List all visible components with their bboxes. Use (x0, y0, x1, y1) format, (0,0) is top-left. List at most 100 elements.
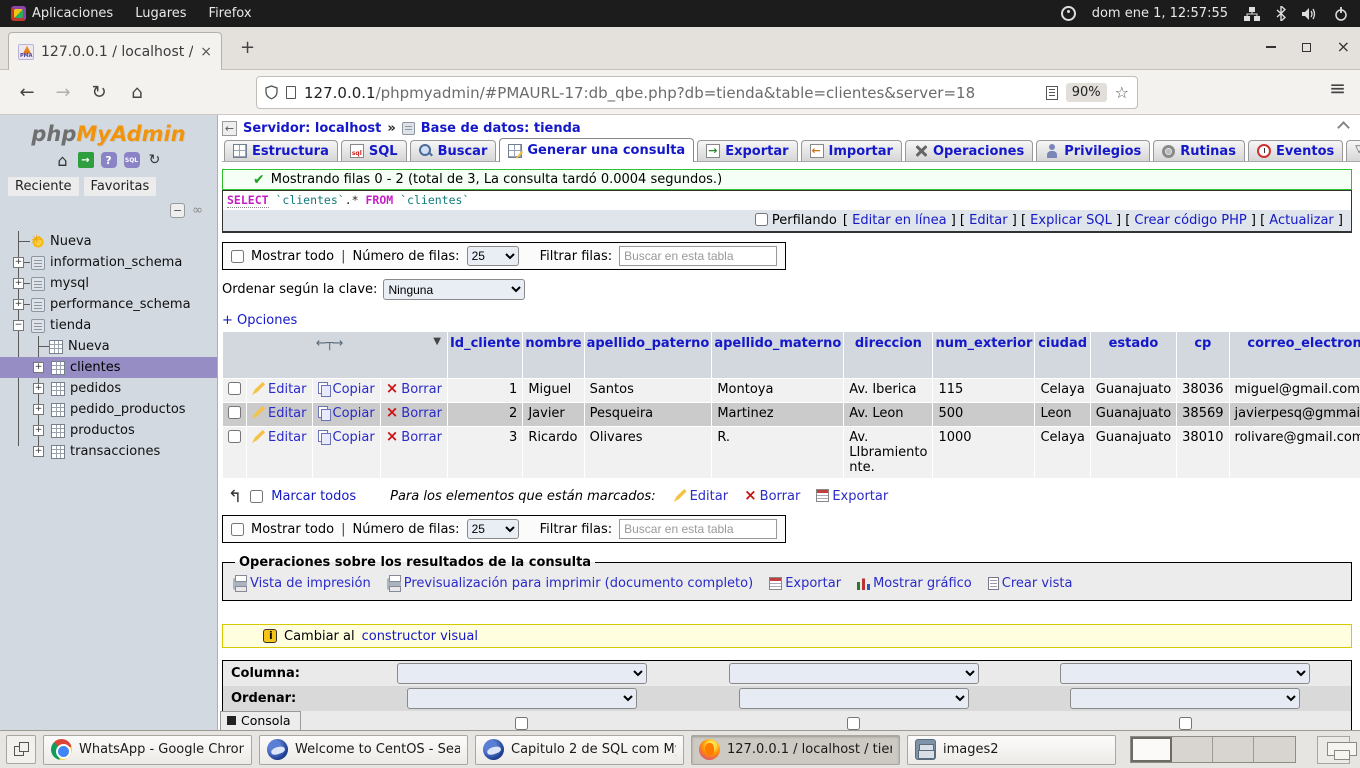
tree-item-new-database[interactable]: Nueva (0, 231, 217, 252)
tab-generar-consulta[interactable]: Generar una consulta (499, 138, 694, 162)
workspace-1[interactable] (1131, 737, 1172, 762)
expand-icon[interactable] (33, 446, 44, 457)
column-header-nombre[interactable]: nombre (523, 332, 584, 379)
tree-item-mysql[interactable]: mysql (0, 273, 217, 294)
row-checkbox[interactable] (228, 382, 241, 395)
check-all-link[interactable]: Marcar todos (271, 489, 356, 504)
qbe-show-checkbox-3[interactable] (1179, 717, 1192, 730)
bluetooth-icon[interactable] (1276, 6, 1286, 21)
reader-view-icon[interactable] (1046, 86, 1058, 100)
column-header-correo[interactable]: correo_electronico (1229, 332, 1360, 379)
edit-link[interactable]: Editar (969, 213, 1008, 228)
places-menu[interactable]: Lugares (124, 0, 197, 27)
breadcrumb-server-link[interactable]: Servidor: localhost (243, 121, 381, 136)
row-delete-link[interactable]: ×Borrar (386, 382, 442, 397)
qbe-sort-select-2[interactable] (739, 688, 969, 709)
filter-rows-input[interactable] (619, 246, 777, 266)
row-copy-link[interactable]: Copiar (318, 430, 375, 445)
new-tab-button[interactable]: + (240, 41, 255, 55)
help-icon[interactable]: ? (101, 152, 117, 168)
network-icon[interactable] (1244, 7, 1260, 21)
qbe-show-checkbox-2[interactable] (847, 717, 860, 730)
tree-item-new-table[interactable]: Nueva (0, 336, 217, 357)
export-results-link[interactable]: Exportar (769, 576, 841, 591)
show-desktop-button[interactable] (1317, 736, 1350, 764)
selected-edit-link[interactable]: Editar (674, 489, 729, 504)
back-button[interactable]: ← (12, 78, 42, 106)
refresh-link[interactable]: Actualizar (1269, 213, 1333, 228)
row-checkbox[interactable] (228, 406, 241, 419)
show-all-checkbox[interactable] (231, 523, 244, 536)
forward-button[interactable]: → (48, 78, 78, 106)
expand-icon[interactable] (13, 299, 24, 310)
collapse-icon[interactable] (13, 320, 24, 331)
taskbar-window-firefox[interactable]: 127.0.0.1 / localhost / tien... (691, 735, 900, 765)
visual-builder-link[interactable]: constructor visual (362, 629, 478, 644)
url-bar[interactable]: 127.0.0.1/phpmyadmin/#PMAURL-17:db_qbe.p… (256, 76, 1138, 109)
column-header-cp[interactable]: cp (1177, 332, 1229, 379)
window-close-button[interactable]: × (1337, 42, 1350, 52)
power-icon[interactable] (1334, 7, 1348, 21)
tree-item-pedidos[interactable]: pedidos (0, 378, 217, 399)
firefox-menu[interactable]: Firefox (198, 0, 263, 27)
explain-sql-link[interactable]: Explicar SQL (1030, 213, 1112, 228)
expand-icon[interactable] (33, 362, 44, 373)
taskbar-window-seamonkey-1[interactable]: Welcome to CentOS - Sea... (259, 735, 468, 765)
logout-icon[interactable]: → (78, 152, 94, 168)
rows-count-select[interactable]: 25 (467, 246, 519, 266)
browser-tab[interactable]: 127.0.0.1 / localhost / × (8, 32, 222, 70)
options-toggle-link[interactable]: + Opciones (222, 313, 1360, 328)
column-header-ciudad[interactable]: ciudad (1035, 332, 1090, 379)
qbe-sort-select-1[interactable] (407, 688, 637, 709)
selected-export-link[interactable]: Exportar (816, 489, 888, 504)
show-all-checkbox[interactable] (231, 250, 244, 263)
collapse-all-icon[interactable]: − (170, 203, 185, 218)
column-header-id-cliente[interactable]: Id_cliente (447, 332, 522, 379)
home-button[interactable]: ⌂ (122, 78, 152, 106)
workspace-2[interactable] (1172, 737, 1213, 762)
tab-mas[interactable]: ▽Más (1346, 140, 1360, 161)
expand-icon[interactable] (33, 425, 44, 436)
refresh-icon[interactable]: ↻ (147, 152, 163, 168)
row-edit-link[interactable]: Editar (252, 382, 307, 397)
profiling-checkbox[interactable] (755, 213, 768, 226)
window-minimize-button[interactable] (1266, 46, 1276, 48)
tree-item-transacciones[interactable]: transacciones (0, 441, 217, 462)
row-checkbox[interactable] (228, 430, 241, 443)
reload-button[interactable]: ↻ (84, 78, 114, 106)
tree-item-clientes[interactable]: clientes (0, 357, 217, 378)
expand-icon[interactable] (33, 383, 44, 394)
qbe-column-select-3[interactable] (1060, 663, 1310, 684)
tab-estructura[interactable]: Estructura (224, 140, 338, 161)
create-php-code-link[interactable]: Crear código PHP (1134, 213, 1246, 228)
selected-delete-link[interactable]: ×Borrar (744, 489, 800, 504)
column-header-estado[interactable]: estado (1090, 332, 1176, 379)
row-edit-link[interactable]: Editar (252, 406, 307, 421)
row-copy-link[interactable]: Copiar (318, 382, 375, 397)
expand-icon[interactable] (13, 257, 24, 268)
expand-icon[interactable] (13, 278, 24, 289)
expand-icon[interactable] (33, 404, 44, 415)
options-caret-icon[interactable]: ▼ (433, 336, 441, 347)
tab-privilegios[interactable]: Privilegios (1036, 140, 1150, 161)
window-list-button[interactable] (6, 735, 36, 764)
qbe-show-checkbox-1[interactable] (515, 717, 528, 730)
recent-tables-button[interactable]: Reciente (8, 177, 79, 196)
tree-item-pedido-productos[interactable]: pedido_productos (0, 399, 217, 420)
tab-eventos[interactable]: Eventos (1248, 140, 1343, 161)
rows-count-select[interactable]: 25 (467, 519, 519, 539)
applications-menu[interactable]: Aplicaciones (0, 0, 124, 27)
tree-item-information-schema[interactable]: information_schema (0, 252, 217, 273)
row-delete-link[interactable]: ×Borrar (386, 430, 442, 445)
bookmark-star-icon[interactable]: ☆ (1115, 83, 1129, 102)
column-header-apellido-materno[interactable]: apellido_materno (712, 332, 844, 379)
tree-item-productos[interactable]: productos (0, 420, 217, 441)
taskbar-window-seamonkey-2[interactable]: Capitulo 2 de SQL com My... (475, 735, 684, 765)
taskbar-window-chrome[interactable]: WhatsApp - Google Chrome (43, 735, 252, 765)
tab-sql[interactable]: SQL (341, 140, 407, 161)
link-with-main-panel-icon[interactable]: ∞ (192, 203, 203, 218)
collapse-panel-icon[interactable]: ← (222, 121, 237, 136)
breadcrumb-database-link[interactable]: Base de datos: tienda (421, 121, 581, 136)
tree-item-performance-schema[interactable]: performance_schema (0, 294, 217, 315)
filter-rows-input[interactable] (619, 519, 777, 539)
